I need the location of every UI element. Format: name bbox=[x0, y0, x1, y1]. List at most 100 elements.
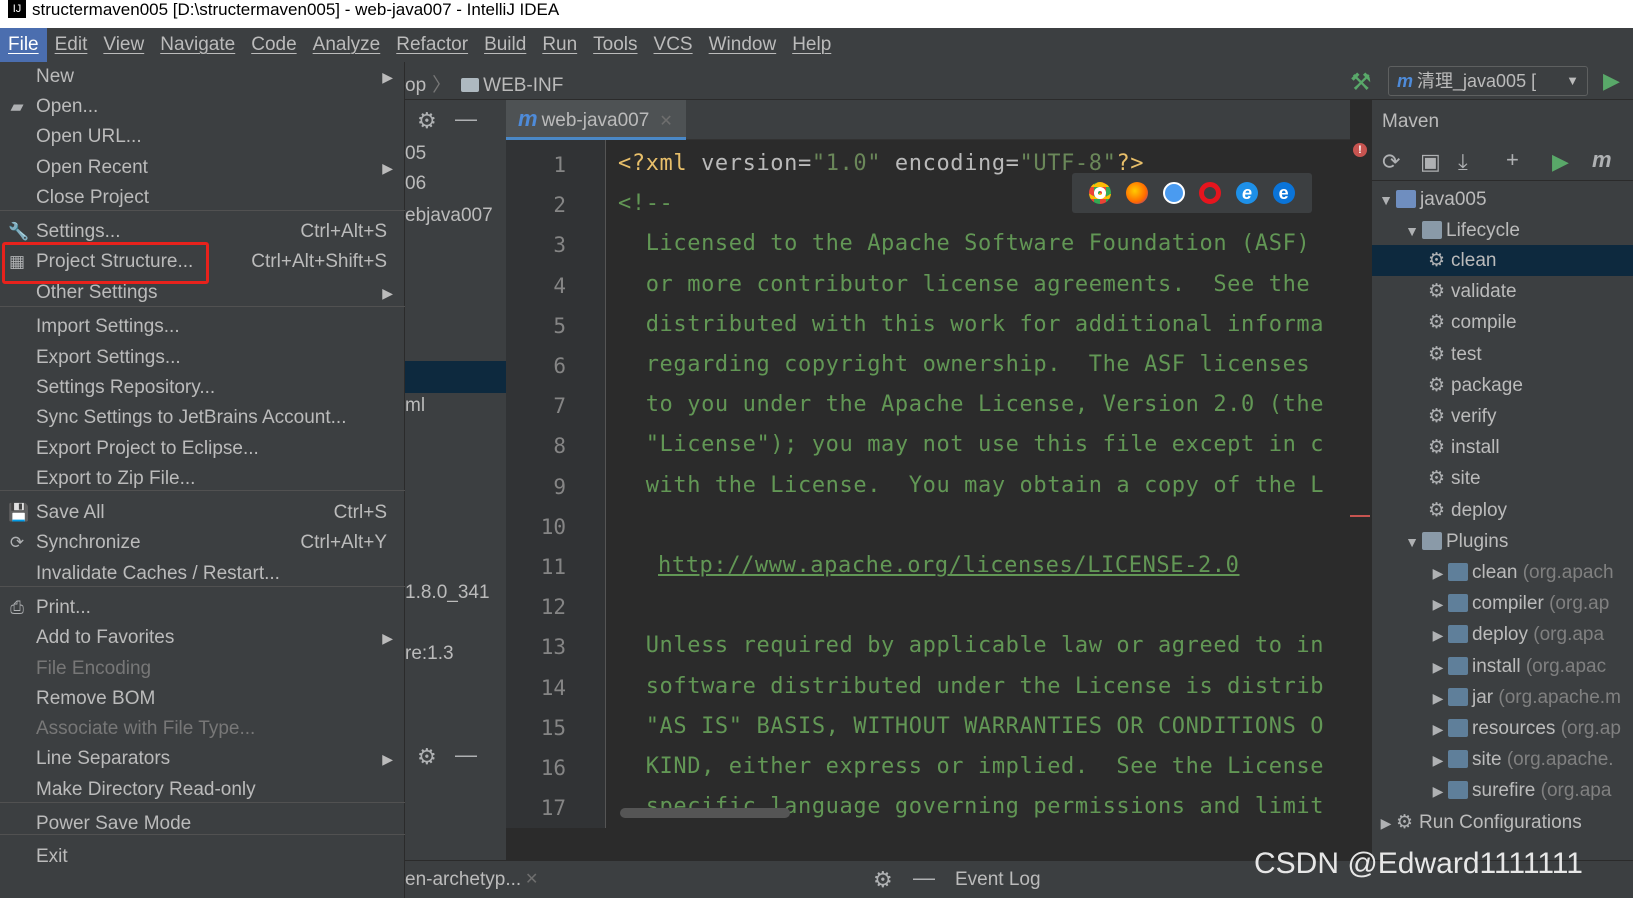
maven-plugin-compiler[interactable]: ▶ compiler (org.ap bbox=[1372, 588, 1633, 619]
ie-icon[interactable]: e bbox=[1235, 182, 1258, 204]
file-menu-item-import-settings[interactable]: Import Settings... bbox=[0, 312, 405, 342]
event-log-tab[interactable]: Event Log bbox=[955, 869, 1041, 891]
maven-node-run-configurations[interactable]: ▶ ⚙ Run Configurations bbox=[1372, 807, 1633, 838]
chrome-icon[interactable] bbox=[1089, 182, 1112, 204]
close-icon[interactable]: ✕ bbox=[659, 113, 672, 130]
maven-plugin-resources[interactable]: ▶ resources (org.ap bbox=[1372, 713, 1633, 744]
chevron-down-icon[interactable]: ▼ bbox=[1376, 185, 1396, 215]
maven-plugin-site[interactable]: ▶ site (org.apache. bbox=[1372, 744, 1633, 775]
project-tree-fragment[interactable]: 1.8.0_341 bbox=[405, 582, 490, 604]
file-menu-item-settings-repository[interactable]: Settings Repository... bbox=[0, 373, 405, 403]
maven-goal-validate[interactable]: ⚙ validate bbox=[1372, 276, 1633, 307]
maven-node-lifecycle[interactable]: ▼ Lifecycle bbox=[1372, 215, 1633, 246]
maven-plugin-clean[interactable]: ▶ clean (org.apach bbox=[1372, 557, 1633, 588]
file-menu-item-export-project-to-eclipse[interactable]: Export Project to Eclipse... bbox=[0, 434, 405, 464]
file-menu-item-sync-settings-to-jetbrains-account[interactable]: Sync Settings to JetBrains Account... bbox=[0, 403, 405, 433]
gear-icon[interactable]: ⚙ bbox=[417, 744, 437, 770]
maven-goal-site[interactable]: ⚙ site bbox=[1372, 463, 1633, 494]
project-tree-fragment[interactable]: 05 bbox=[405, 143, 426, 165]
maven-plugin-jar[interactable]: ▶ jar (org.apache.m bbox=[1372, 682, 1633, 713]
code-line[interactable]: to you under the Apache License, Version… bbox=[618, 392, 1324, 417]
maven-plugin-surefire[interactable]: ▶ surefire (org.apa bbox=[1372, 775, 1633, 806]
maven-plugin-install[interactable]: ▶ install (org.apac bbox=[1372, 651, 1633, 682]
file-menu-item-open-url[interactable]: Open URL... bbox=[0, 122, 405, 152]
maven-goal-deploy[interactable]: ⚙ deploy bbox=[1372, 495, 1633, 526]
file-menu-item-exit[interactable]: Exit bbox=[0, 842, 405, 872]
menu-navigate[interactable]: Navigate bbox=[152, 28, 243, 62]
gear-icon[interactable]: ⚙ bbox=[873, 867, 893, 893]
code-line[interactable]: software distributed under the License i… bbox=[618, 674, 1324, 699]
maven-goal-test[interactable]: ⚙ test bbox=[1372, 339, 1633, 370]
chevron-right-icon[interactable]: ▶ bbox=[1428, 683, 1448, 713]
menu-file[interactable]: File bbox=[0, 28, 47, 62]
menu-analyze[interactable]: Analyze bbox=[305, 28, 389, 62]
code-line[interactable]: "License"); you may not use this file ex… bbox=[618, 432, 1324, 457]
menu-view[interactable]: View bbox=[95, 28, 152, 62]
chevron-right-icon[interactable]: ▶ bbox=[1428, 652, 1448, 682]
error-stripe-mark[interactable] bbox=[1350, 515, 1370, 517]
opera-icon[interactable] bbox=[1199, 182, 1222, 204]
firefox-icon[interactable] bbox=[1125, 182, 1148, 204]
file-menu-item-line-separators[interactable]: Line Separators ▶ bbox=[0, 744, 405, 774]
project-tree-fragment[interactable]: ebjava007 bbox=[405, 205, 493, 227]
menu-code[interactable]: Code bbox=[243, 28, 304, 62]
menu-help[interactable]: Help bbox=[784, 28, 839, 62]
project-tree-fragment[interactable]: ml bbox=[405, 395, 425, 417]
license-url-link[interactable]: http://www.apache.org/licenses/LICENSE-2… bbox=[658, 553, 1240, 578]
maven-goal-install[interactable]: ⚙ install bbox=[1372, 432, 1633, 463]
menu-run[interactable]: Run bbox=[534, 28, 585, 62]
chevron-right-icon[interactable]: ▶ bbox=[1428, 558, 1448, 588]
file-menu-item-remove-bom[interactable]: Remove BOM bbox=[0, 684, 405, 714]
maven-node-plugins[interactable]: ▼ Plugins bbox=[1372, 526, 1633, 557]
run-tab-label[interactable]: en-archetyp... bbox=[405, 869, 521, 891]
code-line[interactable]: regarding copyright ownership. The ASF l… bbox=[618, 352, 1310, 377]
code-line[interactable]: http://www.apache.org/licenses/LICENSE-2… bbox=[618, 553, 1240, 578]
chevron-down-icon[interactable]: ▼ bbox=[1402, 527, 1422, 557]
menu-window[interactable]: Window bbox=[701, 28, 785, 62]
code-line[interactable]: Licensed to the Apache Software Foundati… bbox=[618, 231, 1310, 256]
code-line[interactable]: or more contributor license agreements. … bbox=[618, 272, 1310, 297]
maven-goal-compile[interactable]: ⚙ compile bbox=[1372, 307, 1633, 338]
menu-build[interactable]: Build bbox=[476, 28, 534, 62]
code-line[interactable]: Unless required by applicable law or agr… bbox=[618, 633, 1324, 658]
project-tree-fragment[interactable]: 06 bbox=[405, 173, 426, 195]
file-menu-item-make-directory-read-only[interactable]: Make Directory Read-only bbox=[0, 775, 405, 805]
maven-goal-verify[interactable]: ⚙ verify bbox=[1372, 401, 1633, 432]
file-menu-item-close-project[interactable]: Close Project bbox=[0, 183, 405, 213]
maven-plugin-deploy[interactable]: ▶ deploy (org.apa bbox=[1372, 619, 1633, 650]
edge-icon[interactable]: e bbox=[1272, 182, 1295, 204]
menu-tools[interactable]: Tools bbox=[585, 28, 645, 62]
maven-goal-icon[interactable]: m bbox=[1592, 147, 1612, 173]
download-icon[interactable]: ⤓ bbox=[1458, 149, 1468, 175]
gear-icon[interactable]: ⚙ bbox=[417, 108, 437, 134]
maven-goal-clean[interactable]: ⚙ clean bbox=[1372, 245, 1633, 276]
project-tree-fragment[interactable]: re:1.3 bbox=[405, 643, 454, 665]
file-menu-item-synchronize[interactable]: ⟳ Synchronize Ctrl+Alt+Y bbox=[0, 528, 405, 558]
file-menu-item-open[interactable]: ▰ Open... bbox=[0, 92, 405, 122]
file-menu-item-new[interactable]: New ▶ bbox=[0, 62, 405, 92]
file-menu-item-invalidate-caches-restart[interactable]: Invalidate Caches / Restart... bbox=[0, 559, 405, 589]
close-icon[interactable]: ✕ bbox=[525, 869, 538, 889]
menu-edit[interactable]: Edit bbox=[47, 28, 96, 62]
safari-icon[interactable] bbox=[1162, 182, 1185, 204]
tab-web-java007[interactable]: m web-java007 ✕ bbox=[506, 100, 686, 140]
chevron-right-icon[interactable]: ▶ bbox=[1376, 808, 1396, 838]
file-menu-item-open-recent[interactable]: Open Recent ▶ bbox=[0, 153, 405, 183]
chevron-right-icon[interactable]: ▶ bbox=[1428, 776, 1448, 806]
file-menu-item-add-to-favorites[interactable]: Add to Favorites ▶ bbox=[0, 623, 405, 653]
chevron-right-icon[interactable]: ▶ bbox=[1428, 745, 1448, 775]
code-line[interactable]: with the License. You may obtain a copy … bbox=[618, 473, 1324, 498]
menu-refactor[interactable]: Refactor bbox=[388, 28, 476, 62]
minimize-icon[interactable]: — bbox=[455, 106, 477, 132]
reimport-folder-icon[interactable]: ▣ bbox=[1420, 149, 1441, 175]
file-menu-item-print[interactable]: ⎙ Print... bbox=[0, 593, 405, 623]
code-line[interactable]: KIND, either express or implied. See the… bbox=[618, 754, 1324, 779]
run-icon[interactable]: ▶ bbox=[1552, 149, 1569, 175]
minimize-icon[interactable]: — bbox=[913, 865, 935, 891]
breadcrumb-prefix[interactable]: op bbox=[405, 75, 426, 96]
reload-icon[interactable]: ⟳ bbox=[1382, 149, 1400, 175]
maven-goal-package[interactable]: ⚙ package bbox=[1372, 370, 1633, 401]
run-configuration-select[interactable]: m 清理_java005 [▼ bbox=[1388, 66, 1588, 96]
code-line[interactable]: <?xml version="1.0" encoding="UTF-8"?> bbox=[618, 151, 1144, 176]
chevron-right-icon[interactable]: ▶ bbox=[1428, 589, 1448, 619]
